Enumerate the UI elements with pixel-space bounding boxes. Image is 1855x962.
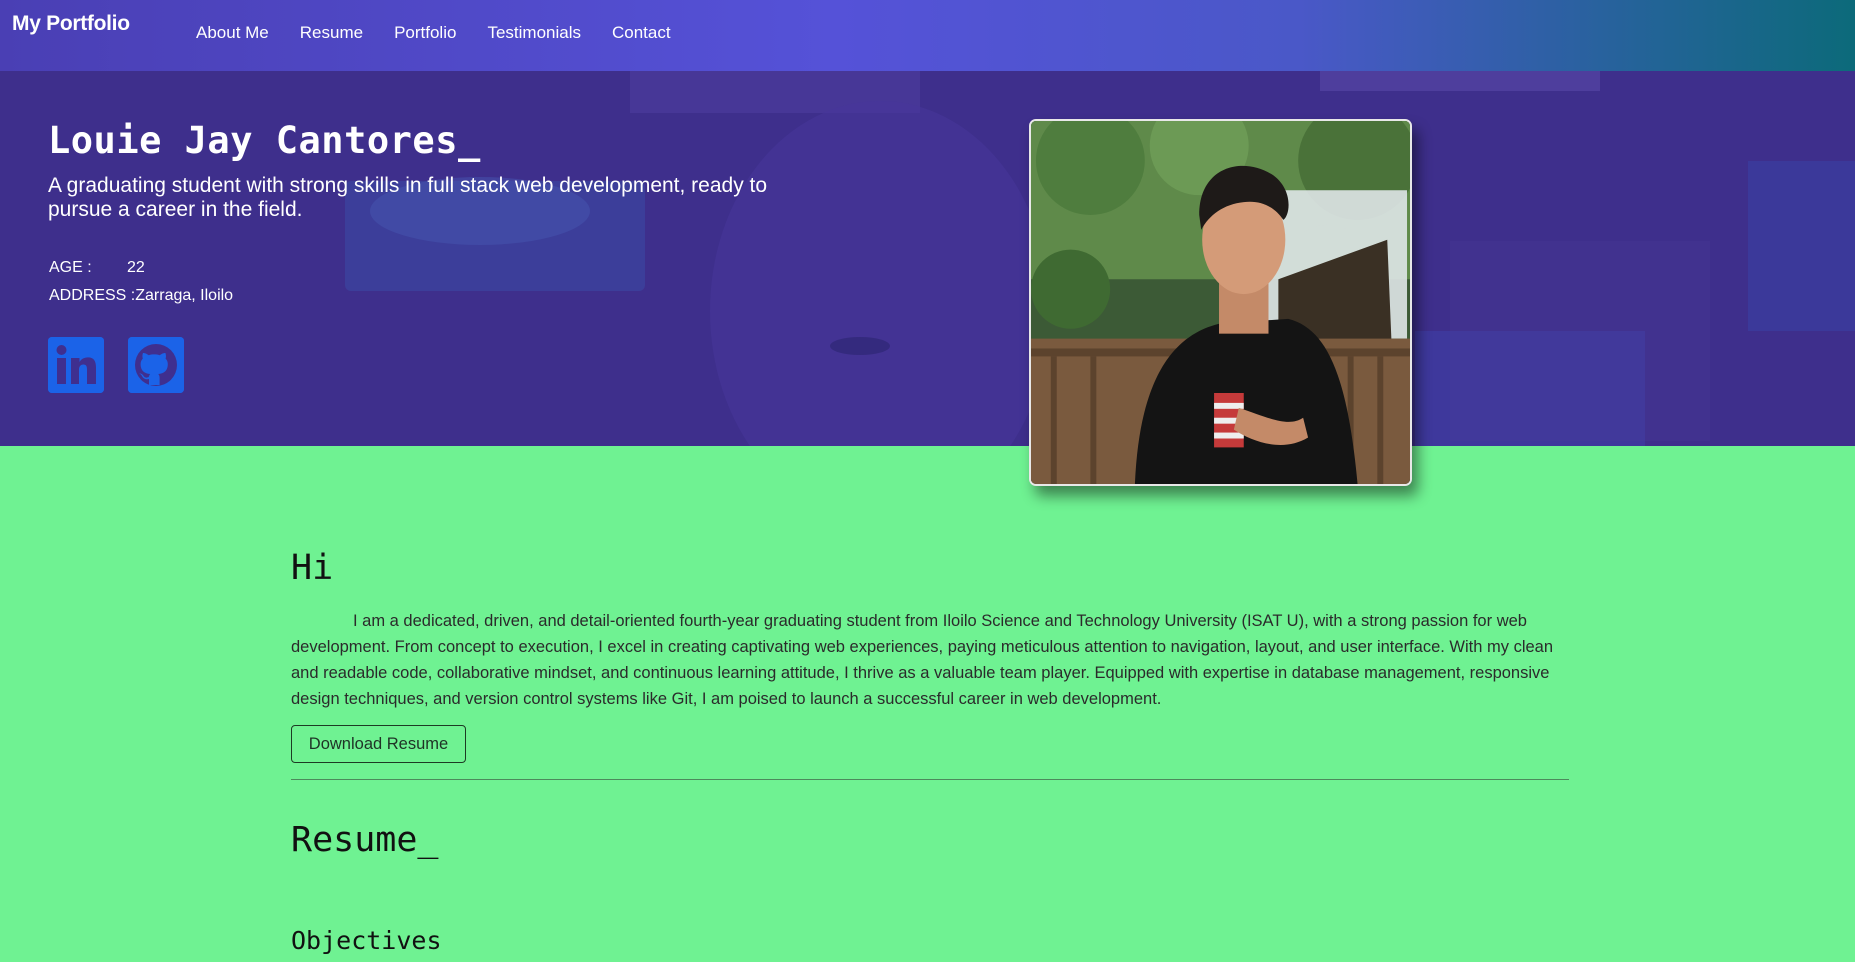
download-resume-button[interactable]: Download Resume — [291, 725, 466, 763]
address-value: Zarraga, Iloilo — [135, 287, 234, 304]
linkedin-link[interactable] — [48, 337, 104, 393]
about-section: Hi I am a dedicated, driven, and detail-… — [291, 548, 1569, 763]
linkedin-icon — [48, 337, 104, 393]
age-value: 22 — [127, 259, 145, 276]
resume-title: Resume_ — [291, 820, 439, 860]
age-label: AGE : — [49, 259, 92, 276]
about-paragraph: I am a dedicated, driven, and detail-ori… — [291, 612, 1554, 708]
nav-link-testimonials[interactable]: Testimonials — [487, 22, 581, 44]
profile-photo — [1029, 119, 1412, 486]
nav-link-contact[interactable]: Contact — [612, 22, 671, 44]
about-greeting: Hi — [291, 548, 334, 588]
nav-link-about-me[interactable]: About Me — [196, 22, 269, 44]
age-info: AGE : 22 — [49, 259, 145, 277]
objectives-title: Objectives — [291, 926, 442, 955]
hero-name: Louie Jay Cantores_ — [48, 119, 481, 162]
social-links — [48, 337, 208, 393]
github-link[interactable] — [128, 337, 184, 393]
top-navbar: My Portfolio About Me Resume Portfolio T… — [0, 0, 1855, 71]
brand-logo[interactable]: My Portfolio — [12, 12, 130, 36]
address-info: ADDRESS :Zarraga, Iloilo — [49, 287, 233, 305]
nav-link-resume[interactable]: Resume — [300, 22, 363, 44]
hero-tagline: A graduating student with strong skills … — [48, 174, 768, 221]
hero-section: Louie Jay Cantores_ A graduating student… — [0, 71, 1855, 446]
nav-links: About Me Resume Portfolio Testimonials C… — [196, 22, 702, 44]
section-divider — [291, 779, 1569, 780]
address-label: ADDRESS : — [49, 287, 136, 304]
nav-link-portfolio[interactable]: Portfolio — [394, 22, 456, 44]
github-icon — [128, 337, 184, 393]
